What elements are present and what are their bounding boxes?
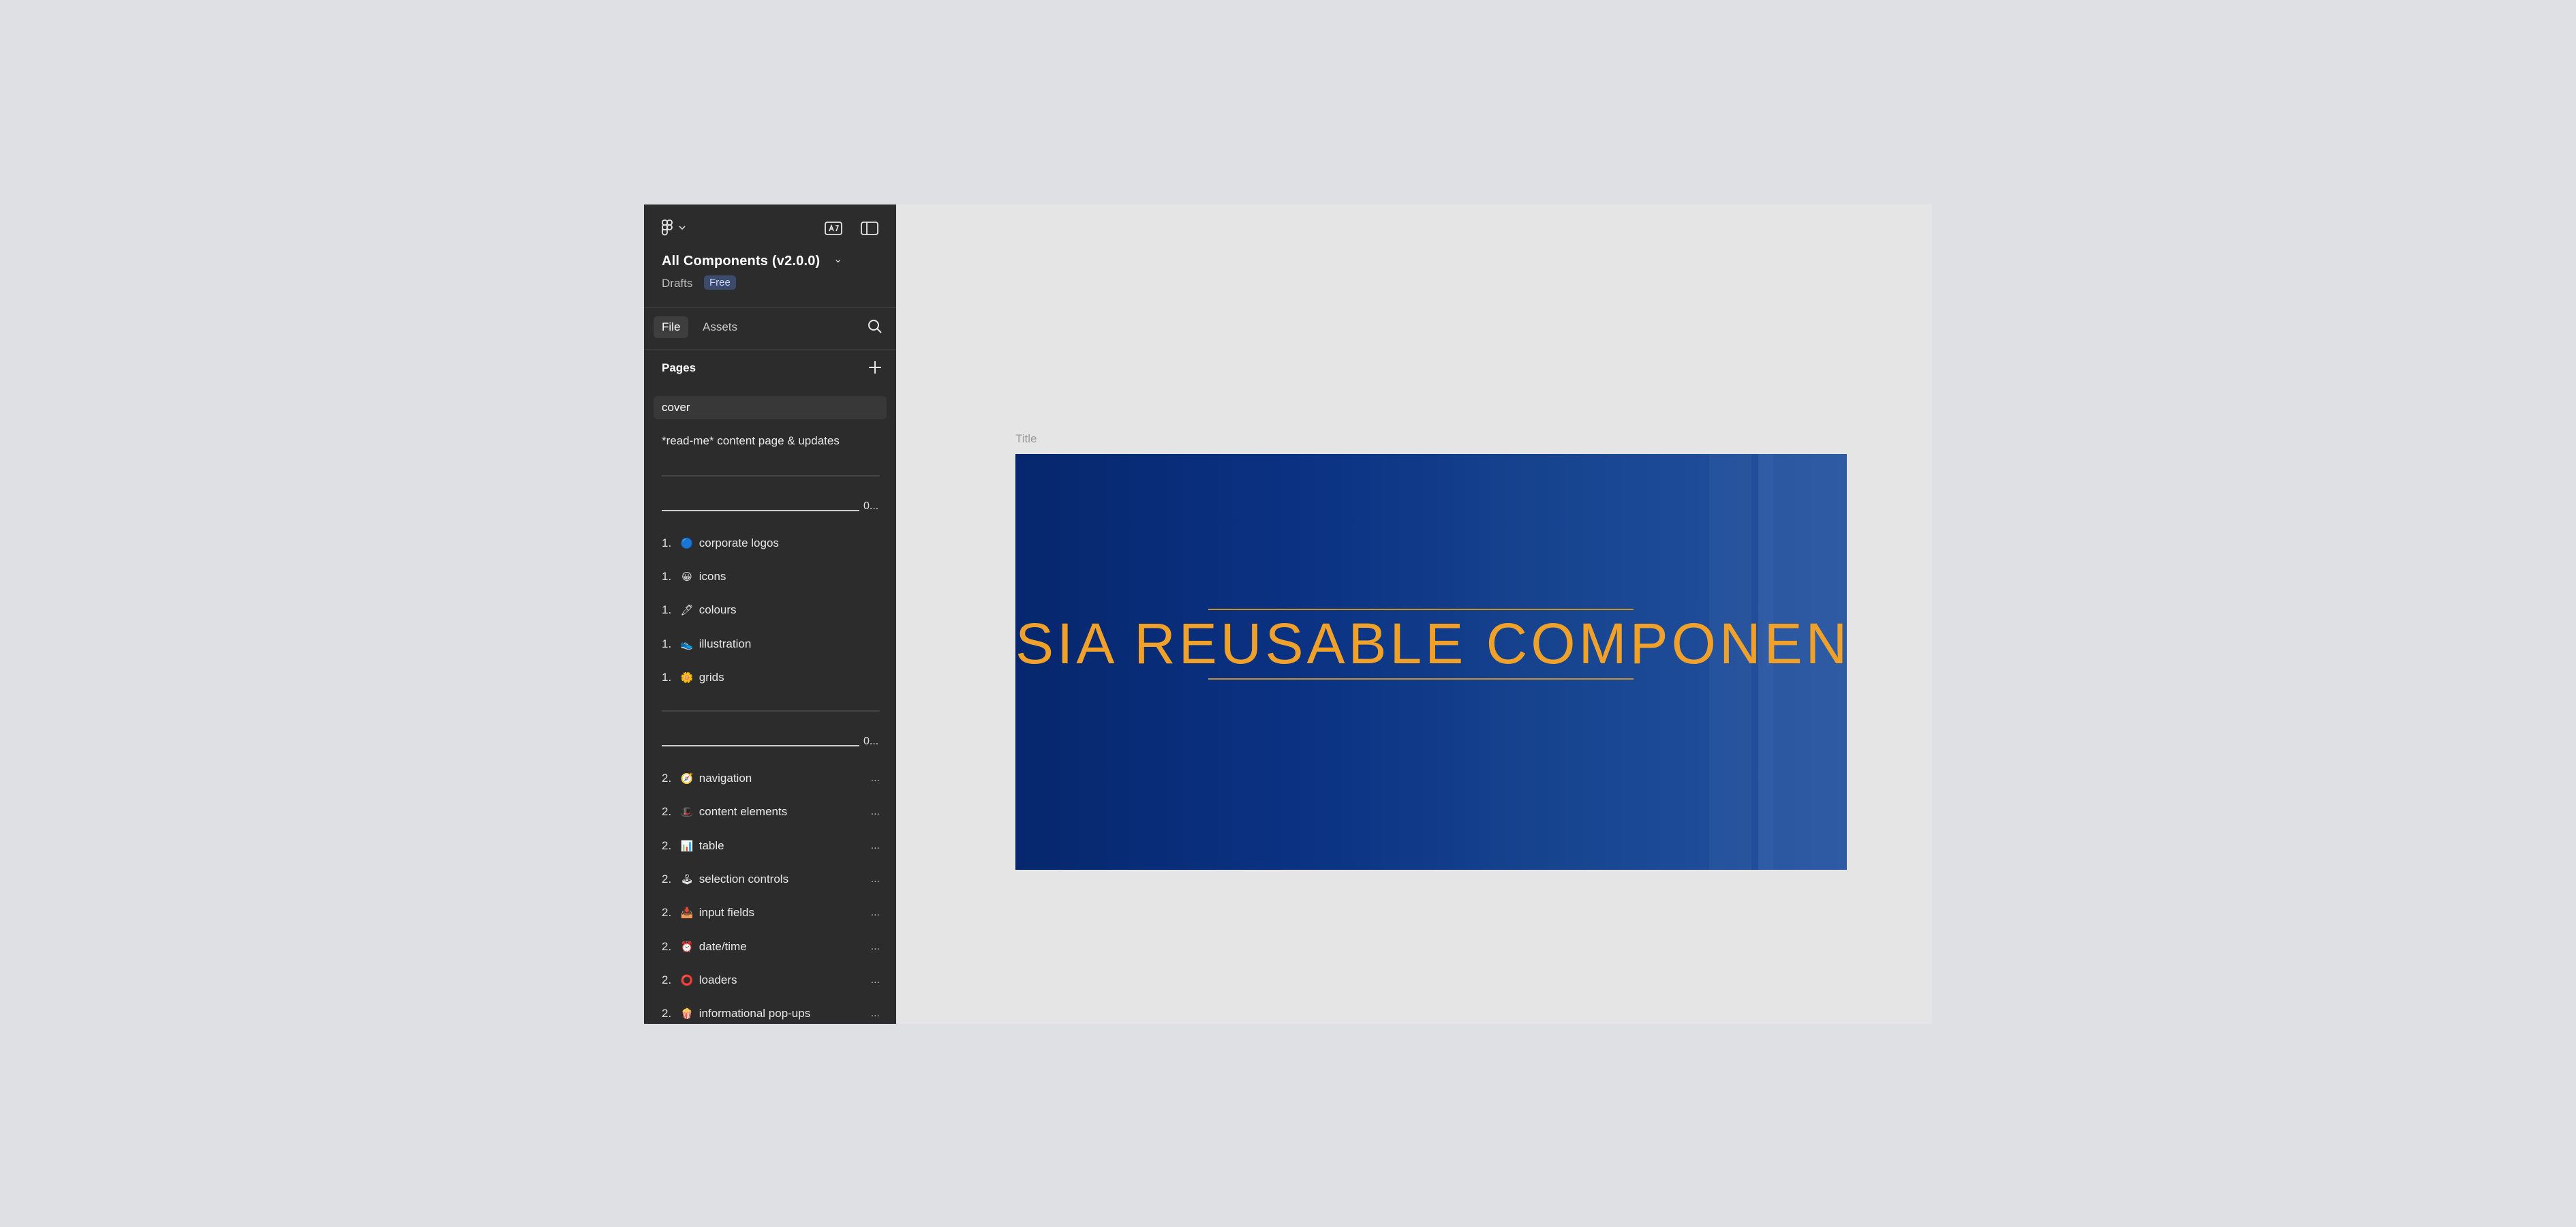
tab-file[interactable]: File [654, 316, 689, 338]
page-number: 2. [662, 772, 672, 785]
page-item-corporate-logos[interactable]: 1. 🔵 corporate logos [654, 532, 887, 555]
divider-label: 0... [863, 500, 879, 512]
page-label: informational pop-ups [699, 1007, 811, 1020]
alarm-clock-icon: ⏰ [680, 941, 694, 953]
page-item-informational-pop-ups[interactable]: 2. 🍿 informational pop-ups ... [654, 1002, 887, 1024]
file-title[interactable]: All Components (v2.0.0) [662, 254, 820, 269]
main-menu-button[interactable] [660, 218, 694, 237]
page-label: loaders [699, 973, 737, 986]
page-label: input fields [699, 906, 755, 919]
page-item-illustration[interactable]: 1. 👟 illustration [654, 633, 887, 656]
page-item-grids[interactable]: 1. 🌼 grids [654, 666, 887, 689]
page-item-content-elements[interactable]: 2. 🎩 content elements ... [654, 800, 887, 823]
figma-logo-icon [662, 219, 673, 236]
divider-line [662, 510, 859, 511]
plan-badge: Free [704, 275, 736, 290]
file-menu-chevron-icon[interactable]: ⌄ [833, 252, 842, 266]
section-divider-page[interactable]: 0... [662, 499, 880, 519]
page-item-read-me[interactable]: *read-me* content page & updates [654, 429, 887, 453]
ring-icon: ⭕ [680, 975, 694, 986]
page-label: icons [699, 570, 726, 583]
page-number: 1. [662, 637, 672, 650]
figma-app: All Components (v2.0.0) ⌄ Drafts Free Fi… [644, 204, 1932, 1024]
page-label: corporate logos [699, 536, 779, 549]
page-number: 2. [662, 839, 672, 852]
pages-heading: Pages [662, 361, 696, 374]
sidebar-header: All Components (v2.0.0) ⌄ Drafts Free [644, 204, 896, 308]
page-label: selection controls [699, 873, 789, 885]
chevron-down-icon [679, 226, 686, 230]
divider-line [662, 745, 859, 746]
layers-sidebar: All Components (v2.0.0) ⌄ Drafts Free Fi… [644, 204, 896, 1024]
page-item-table[interactable]: 2. 📊 table ... [654, 834, 887, 858]
joystick-icon: 🕹 [680, 874, 694, 885]
page-separator [662, 475, 880, 476]
frame-label[interactable]: Title [1015, 432, 1037, 446]
more-options-icon[interactable]: ... [871, 1002, 880, 1024]
page-item-icons[interactable]: 1. 😀 icons [654, 565, 887, 588]
page-label: table [699, 839, 724, 852]
more-options-icon[interactable]: ... [871, 969, 880, 992]
page-number: 2. [662, 973, 672, 986]
popcorn-icon: 🍿 [680, 1008, 694, 1020]
more-options-icon[interactable]: ... [871, 868, 880, 891]
page-item-cover[interactable]: cover [654, 396, 887, 419]
page-label: illustration [699, 637, 752, 650]
page-number: 2. [662, 906, 672, 919]
page-number: 2. [662, 1007, 672, 1020]
compass-icon: 🧭 [680, 773, 694, 785]
add-page-button[interactable] [866, 359, 884, 376]
page-label: colours [699, 603, 737, 616]
page-item-navigation[interactable]: 2. 🧭 navigation ... [654, 767, 887, 790]
page-item-colours[interactable]: 1. 🖊 colours [654, 599, 887, 622]
page-label: navigation [699, 772, 752, 785]
page-number: 2. [662, 940, 672, 953]
more-options-icon[interactable]: ... [871, 935, 880, 958]
plus-icon [869, 361, 881, 374]
window-background: All Components (v2.0.0) ⌄ Drafts Free Fi… [0, 0, 2576, 1227]
more-options-icon[interactable]: ... [871, 800, 880, 823]
page-item-selection-controls[interactable]: 2. 🕹 selection controls ... [654, 868, 887, 891]
bar-chart-icon: 📊 [680, 840, 694, 852]
page-number: 2. [662, 805, 672, 818]
page-number: 1. [662, 536, 672, 549]
more-options-icon[interactable]: ... [871, 834, 880, 858]
page-separator [662, 710, 880, 712]
page-number: 2. [662, 873, 672, 885]
page-item-date-time[interactable]: 2. ⏰ date/time ... [654, 935, 887, 958]
search-icon [868, 320, 882, 333]
search-button[interactable] [866, 318, 884, 335]
flower-icon: 🌼 [680, 672, 694, 684]
divider-label: 0... [863, 736, 879, 747]
page-label: grids [699, 671, 724, 684]
toggle-sidebar-button[interactable] [859, 219, 880, 237]
shoe-icon: 👟 [680, 639, 694, 650]
tab-assets[interactable]: Assets [694, 316, 746, 338]
blue-circle-icon: 🔵 [680, 538, 694, 549]
cover-title: SIA REUSABLE COMPONENTS [1015, 611, 1847, 676]
sidebar-tabs: File Assets [644, 307, 896, 350]
page-number: 1. [662, 671, 672, 684]
inbox-icon: 📥 [680, 907, 694, 919]
page-number: 1. [662, 570, 672, 583]
page-item-loaders[interactable]: 2. ⭕ loaders ... [654, 969, 887, 992]
title-rule-bottom [1208, 678, 1634, 680]
ai-assistant-icon [825, 222, 842, 235]
more-options-icon[interactable]: ... [871, 767, 880, 790]
cover-frame[interactable]: SIA REUSABLE COMPONENTS [1015, 454, 1847, 870]
sidebar-toggle-icon [861, 222, 878, 235]
smiley-icon: 😀 [681, 571, 692, 583]
file-location[interactable]: Drafts [662, 277, 692, 290]
section-divider-page[interactable]: 0... [662, 734, 880, 755]
page-number: 1. [662, 603, 672, 616]
page-label: date/time [699, 940, 747, 953]
page-item-input-fields[interactable]: 2. 📥 input fields ... [654, 901, 887, 924]
page-label: content elements [699, 805, 788, 818]
pen-icon: 🖊 [680, 605, 694, 616]
ai-assistant-button[interactable] [823, 219, 844, 237]
hat-icon: 🎩 [680, 806, 694, 818]
more-options-icon[interactable]: ... [871, 901, 880, 924]
